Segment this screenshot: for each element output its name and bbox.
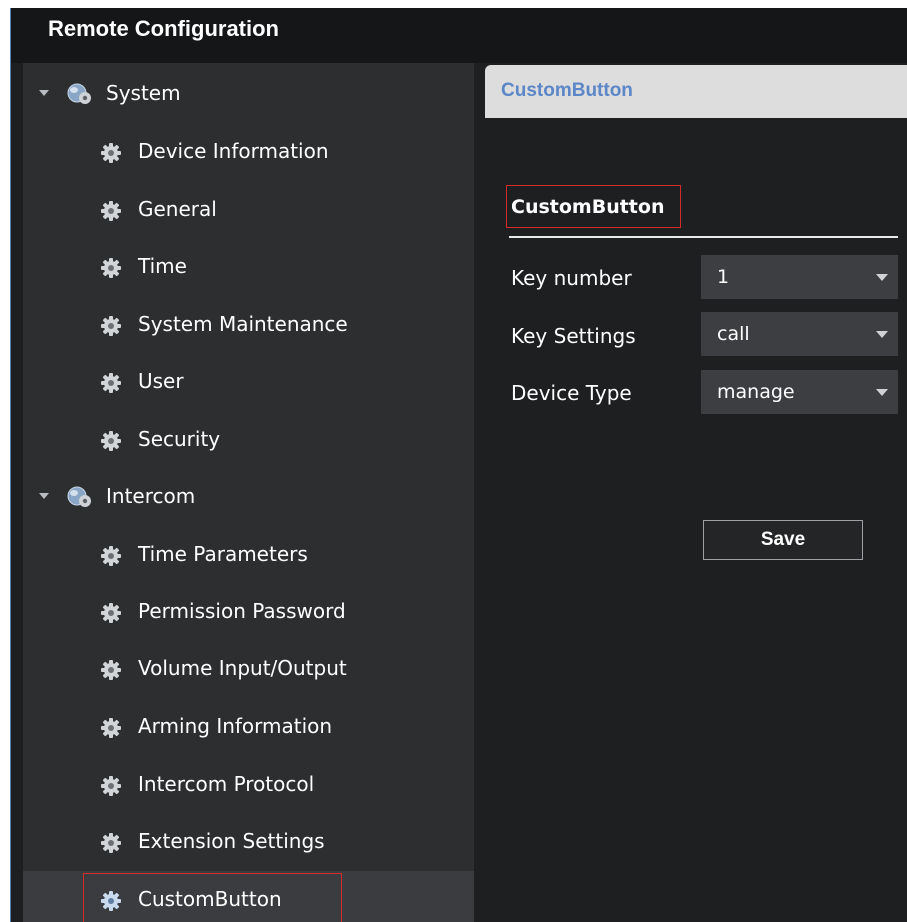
sidebar-item-security[interactable]: Security [23, 411, 474, 469]
key-number-select[interactable]: 1 [701, 255, 898, 299]
caret-down-icon[interactable] [39, 90, 49, 96]
sidebar-item-intercom-protocol[interactable]: Intercom Protocol [23, 756, 474, 814]
sidebar-item-custombutton[interactable]: CustomButton [23, 871, 474, 922]
gear-icon [100, 890, 122, 912]
tree-group-label: System [106, 81, 181, 105]
sidebar-item-label: System Maintenance [138, 312, 348, 336]
title-bar: Remote Configuration [11, 8, 907, 63]
tree-group-intercom[interactable]: Intercom [23, 468, 474, 526]
sidebar-item-label: Time [138, 254, 187, 278]
device-type-label: Device Type [511, 381, 632, 405]
gear-icon [100, 430, 122, 452]
gear-icon [100, 775, 122, 797]
gear-icon [100, 315, 122, 337]
select-value: 1 [717, 266, 730, 288]
key-settings-label: Key Settings [511, 324, 636, 348]
remote-configuration-window: Remote Configuration System Device Infor… [10, 8, 907, 922]
caret-down-icon[interactable] [39, 493, 49, 499]
sidebar-item-label: General [138, 197, 217, 221]
sidebar-item-label: Security [138, 427, 221, 451]
sidebar-item-label: Arming Information [138, 714, 333, 738]
sidebar-item-volume-input-output[interactable]: Volume Input/Output [23, 640, 474, 698]
sidebar-item-label: Volume Input/Output [138, 656, 347, 680]
gear-group-icon [67, 485, 93, 509]
key-settings-select[interactable]: call [701, 312, 898, 356]
tab-label: CustomButton [501, 80, 633, 101]
sidebar-item-label: Permission Password [138, 599, 346, 623]
gear-group-icon [67, 82, 93, 106]
gear-icon [100, 545, 122, 567]
chevron-down-icon[interactable] [876, 274, 888, 281]
select-value: manage [717, 381, 795, 403]
tree-group-label: Intercom [106, 484, 196, 508]
chevron-down-icon[interactable] [876, 389, 888, 396]
sidebar-item-user[interactable]: User [23, 353, 474, 411]
save-button[interactable]: Save [703, 520, 863, 560]
sidebar-item-arming-information[interactable]: Arming Information [23, 698, 474, 756]
gear-icon [100, 832, 122, 854]
tab-custombutton[interactable]: CustomButton [485, 65, 907, 118]
sidebar-item-permission-password[interactable]: Permission Password [23, 583, 474, 641]
chevron-down-icon[interactable] [876, 331, 888, 338]
gear-icon [100, 717, 122, 739]
config-tree-sidebar: System Device Information General Time S [23, 63, 474, 922]
sidebar-item-time[interactable]: Time [23, 238, 474, 296]
section-title: CustomButton [511, 196, 665, 218]
sidebar-item-label: CustomButton [138, 887, 282, 911]
device-type-select[interactable]: manage [701, 370, 898, 414]
gear-icon [100, 142, 122, 164]
gear-icon [100, 659, 122, 681]
sidebar-item-label: Intercom Protocol [138, 772, 315, 796]
sidebar-item-general[interactable]: General [23, 181, 474, 239]
sidebar-item-device-information[interactable]: Device Information [23, 123, 474, 181]
sidebar-item-label: User [138, 369, 184, 393]
gear-icon [100, 200, 122, 222]
section-divider [509, 236, 898, 238]
sidebar-item-system-maintenance[interactable]: System Maintenance [23, 296, 474, 354]
sidebar-item-extension-settings[interactable]: Extension Settings [23, 813, 474, 871]
sidebar-item-label: Device Information [138, 139, 329, 163]
sidebar-item-label: Time Parameters [138, 542, 308, 566]
gear-icon [100, 602, 122, 624]
sidebar-item-time-parameters[interactable]: Time Parameters [23, 526, 474, 584]
gear-icon [100, 372, 122, 394]
gear-icon [100, 257, 122, 279]
select-value: call [717, 323, 750, 345]
tree-group-system[interactable]: System [23, 65, 474, 123]
key-number-label: Key number [511, 266, 632, 290]
sidebar-item-label: Extension Settings [138, 829, 325, 853]
window-title: Remote Configuration [48, 16, 279, 41]
